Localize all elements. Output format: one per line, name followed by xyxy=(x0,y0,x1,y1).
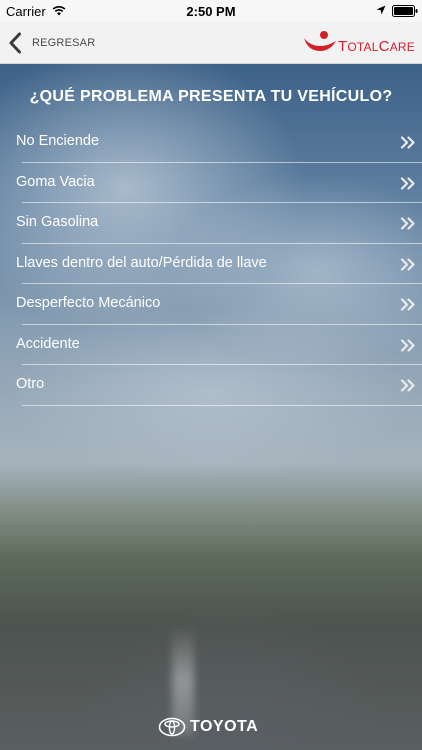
problem-item-llaves[interactable]: Llaves dentro del auto/Pérdida de llave xyxy=(0,244,422,285)
toyota-emblem-icon xyxy=(158,717,186,737)
page-title: ¿QUÉ PROBLEMA PRESENTA TU VEHÍCULO? xyxy=(29,88,393,105)
toyota-wordmark: TOYOTA xyxy=(190,718,259,735)
problem-item-label: Desperfecto Mecánico xyxy=(16,295,161,311)
problem-item-desperfecto-mecanico[interactable]: Desperfecto Mecánico xyxy=(0,284,422,325)
totalcare-logo: TOTALCARE xyxy=(302,29,415,57)
clock: 2:50 PM xyxy=(186,4,236,19)
navigation-bar: REGRESAR TOTALCARE xyxy=(0,22,422,64)
status-bar: Carrier 2:50 PM xyxy=(0,0,422,22)
chevron-left-icon xyxy=(9,32,21,54)
back-button[interactable]: REGRESAR xyxy=(4,22,96,64)
battery-icon xyxy=(392,5,418,17)
problem-item-label: No Enciende xyxy=(16,133,100,149)
problem-item-goma-vacia[interactable]: Goma Vacia xyxy=(0,163,422,204)
problem-item-label: Accidente xyxy=(16,335,80,352)
main-content: ¿QUÉ PROBLEMA PRESENTA TU VEHÍCULO? No E… xyxy=(0,64,422,750)
problem-item-sin-gasolina[interactable]: Sin Gasolina xyxy=(0,203,422,244)
problem-item-label: Otro xyxy=(16,376,45,392)
double-chevron-right-icon xyxy=(400,257,415,271)
problem-item-no-enciende[interactable]: No Enciende xyxy=(0,122,422,163)
problem-list: No Enciende Goma Vacia Sin Gasolina Llav… xyxy=(0,122,422,406)
double-chevron-right-icon xyxy=(400,176,415,190)
problem-item-label: Sin Gasolina xyxy=(16,214,99,230)
logo-text: TOTALCARE xyxy=(338,38,415,55)
double-chevron-right-icon xyxy=(400,136,415,149)
double-chevron-right-icon xyxy=(400,338,415,352)
problem-item-label: Goma Vacia xyxy=(16,173,95,190)
problem-item-label: Llaves dentro del auto/Pérdida de llave xyxy=(16,254,267,271)
problem-item-accidente[interactable]: Accidente xyxy=(0,325,422,366)
problem-item-otro[interactable]: Otro xyxy=(0,365,422,406)
toyota-logo: TOYOTA xyxy=(158,715,270,739)
totalcare-logo-icon xyxy=(304,31,336,51)
back-label: REGRESAR xyxy=(32,37,96,49)
double-chevron-right-icon xyxy=(400,298,415,311)
double-chevron-right-icon xyxy=(400,217,415,230)
location-arrow-icon xyxy=(376,5,386,15)
double-chevron-right-icon xyxy=(400,379,415,392)
